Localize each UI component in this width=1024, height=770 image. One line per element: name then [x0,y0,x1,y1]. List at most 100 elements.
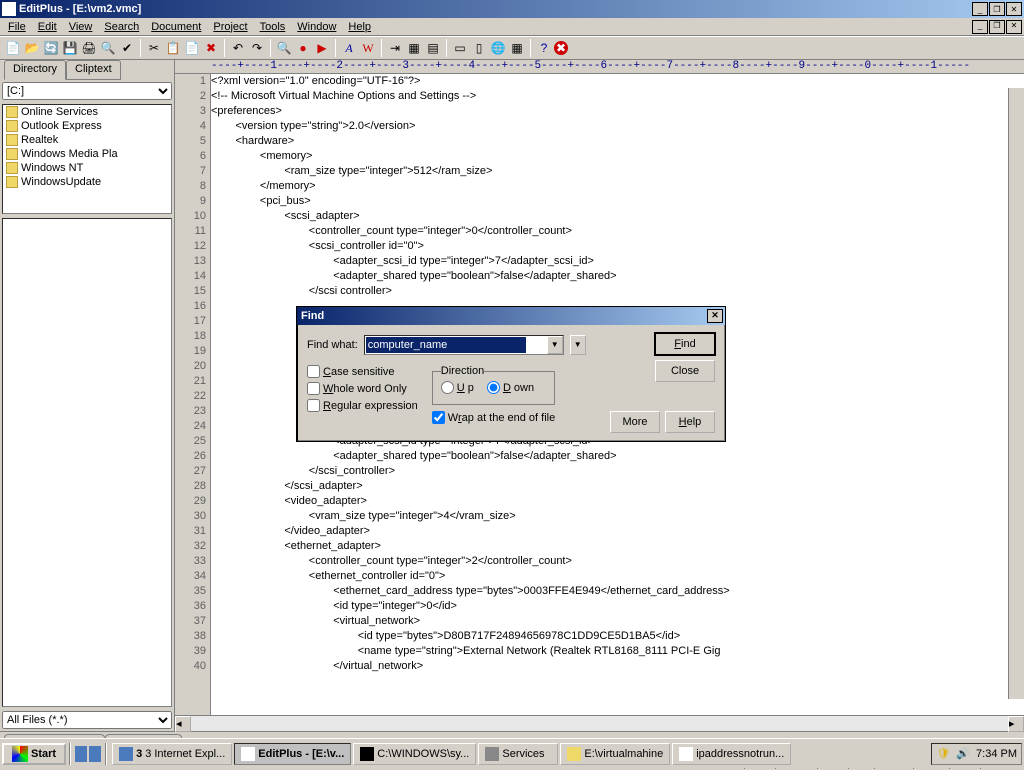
find-what-label: Find what: [307,339,358,351]
font-icon[interactable]: A [340,39,358,57]
tab-directory[interactable]: Directory [4,60,66,80]
direction-up-radio[interactable]: Up [441,381,474,394]
taskbar-item[interactable]: 3 3 Internet Expl... [112,743,232,765]
ruler-icon[interactable]: ▤ [424,39,442,57]
direction-group: Direction Up Down [432,365,555,405]
ruler: ----+----1----+----2----+----3----+----4… [175,60,1024,74]
folder-list[interactable]: Online Services Outlook Express Realtek … [2,104,172,214]
find-dialog: Find ✕ Find what: ▼ ▼ Case sensitive Who… [296,306,726,442]
refresh-icon[interactable]: 🔄 [42,39,60,57]
dialog-titlebar[interactable]: Find ✕ [297,307,725,325]
menu-document[interactable]: Document [145,20,207,34]
spell-icon[interactable]: ✔ [118,39,136,57]
list-item: Online Services [3,105,171,119]
more-button[interactable]: More [610,411,660,433]
shield-icon[interactable]: 🛡 [936,747,950,760]
ie-icon [119,747,133,761]
notepad-icon [679,747,693,761]
scroll-left-icon[interactable]: ◂ [175,716,191,732]
doc-minimize-button[interactable]: _ [972,20,988,34]
wrap-checkbox[interactable]: Wrap at the end of file [432,411,555,424]
menu-search[interactable]: Search [98,20,145,34]
record-icon[interactable]: ● [294,39,312,57]
direction-down-radio[interactable]: Down [487,381,534,394]
cut-icon[interactable]: ✂ [145,39,163,57]
copy-icon[interactable]: 📋 [164,39,182,57]
menu-project[interactable]: Project [207,20,253,34]
wordwrap-icon[interactable]: W [359,39,377,57]
menu-file[interactable]: File [2,20,32,34]
help-icon[interactable]: ? [535,39,553,57]
sidebar: Directory Cliptext [C:] Online Services … [0,60,175,731]
preview-icon[interactable]: 🔍 [99,39,117,57]
menu-view[interactable]: View [63,20,99,34]
taskbar-item[interactable]: EditPlus - [E:\v... [234,743,351,765]
folder-icon [6,120,18,132]
close-button[interactable]: ✕ [1006,2,1022,16]
minimize-button[interactable]: _ [972,2,988,16]
services-icon [485,747,499,761]
browser-icon[interactable]: 🌐 [489,39,507,57]
dialog-close-button[interactable]: ✕ [707,309,723,323]
menu-edit[interactable]: Edit [32,20,63,34]
quicklaunch-icon[interactable] [89,746,101,762]
scroll-right-icon[interactable]: ▸ [1008,716,1024,732]
vertical-scrollbar[interactable] [1008,88,1024,699]
editplus-icon [241,747,255,761]
doc-restore-button[interactable]: ❐ [989,20,1005,34]
find-icon[interactable]: 🔍 [275,39,293,57]
taskbar-item[interactable]: ipaddressnotrun... [672,743,791,765]
menu-help[interactable]: Help [342,20,377,34]
list-item: Windows NT [3,161,171,175]
delete-icon[interactable]: ✖ [202,39,220,57]
app-titlebar: EditPlus - [E:\vm2.vmc] _ ❐ ✕ [0,0,1024,18]
folder-icon [567,747,581,761]
menu-window[interactable]: Window [291,20,342,34]
combo-dropdown-icon[interactable]: ▼ [547,336,563,354]
regex-checkbox[interactable]: Regular expression [307,399,418,412]
stop-icon[interactable]: ✖ [554,41,568,55]
file-list[interactable] [2,218,172,707]
indent-icon[interactable]: ⇥ [386,39,404,57]
folder-icon [6,148,18,160]
list-item: Outlook Express [3,119,171,133]
play-icon[interactable]: ▶ [313,39,331,57]
taskbar-item[interactable]: Services [478,743,558,765]
quicklaunch-icon[interactable] [75,746,87,762]
find-button[interactable]: Find [655,333,715,355]
start-button[interactable]: Start [2,743,66,765]
tab-cliptext[interactable]: Cliptext [66,60,121,80]
find-menu-button[interactable]: ▼ [570,335,586,355]
system-tray[interactable]: 🛡 🔊 7:34 PM [931,743,1022,765]
taskbar-item[interactable]: E:\virtualmahine [560,743,670,765]
tile-icon[interactable]: ▦ [508,39,526,57]
window2-icon[interactable]: ▯ [470,39,488,57]
save-icon[interactable]: 💾 [61,39,79,57]
open-icon[interactable]: 📂 [23,39,41,57]
doc-close-button[interactable]: ✕ [1006,20,1022,34]
paste-icon[interactable]: 📄 [183,39,201,57]
filter-select[interactable]: All Files (*.*) [2,711,172,729]
list-item: Realtek [3,133,171,147]
menu-tools[interactable]: Tools [254,20,292,34]
close-find-button[interactable]: Close [655,360,715,382]
folder-icon [6,162,18,174]
tray-icon[interactable]: 🔊 [956,747,970,760]
undo-icon[interactable]: ↶ [229,39,247,57]
folder-icon [6,176,18,188]
columns-icon[interactable]: ▦ [405,39,423,57]
find-what-combo[interactable]: ▼ [364,335,564,355]
whole-word-checkbox[interactable]: Whole word Only [307,382,418,395]
window1-icon[interactable]: ▭ [451,39,469,57]
redo-icon[interactable]: ↷ [248,39,266,57]
case-sensitive-checkbox[interactable]: Case sensitive [307,365,418,378]
restore-button[interactable]: ❐ [989,2,1005,16]
taskbar-item[interactable]: C:\WINDOWS\sy... [353,743,476,765]
new-icon[interactable]: 📄 [4,39,22,57]
print-icon[interactable]: 🖨 [80,39,98,57]
drive-select[interactable]: [C:] [2,82,172,100]
help-button[interactable]: Help [665,411,715,433]
find-what-input[interactable] [366,337,526,353]
horizontal-scrollbar[interactable]: ◂ ▸ [175,715,1024,731]
list-item: Windows Media Pla [3,147,171,161]
